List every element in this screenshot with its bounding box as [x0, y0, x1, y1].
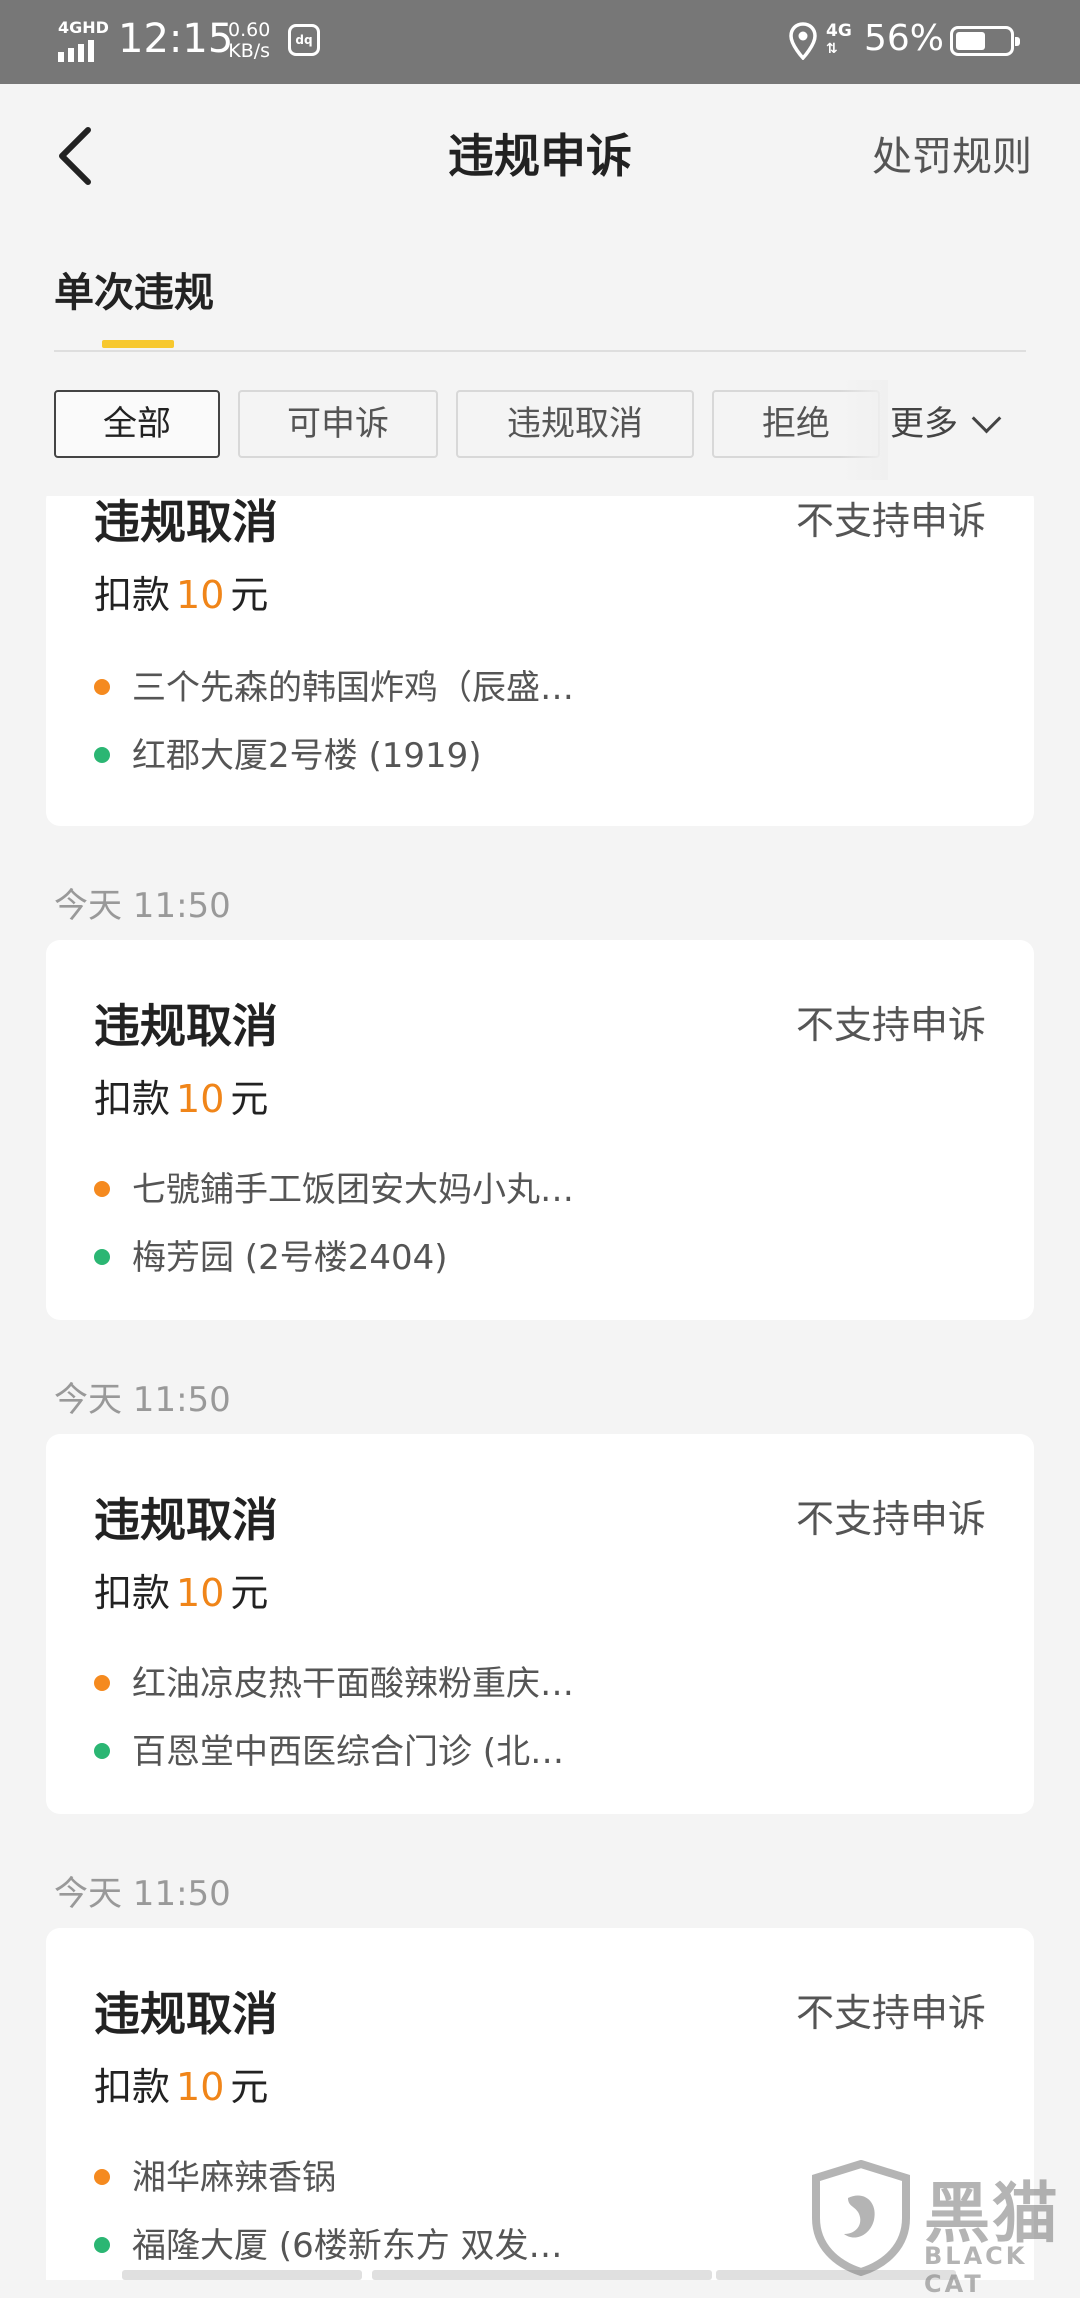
net-type-label: 4G [826, 21, 852, 41]
address-dot-icon [94, 1743, 110, 1759]
address-row: 梅芳园 (2号楼2404) [94, 1230, 448, 1279]
deduct-label: 扣款 [94, 573, 171, 617]
violation-list[interactable]: 违规取消 不支持申诉 扣款 10 元 三个先森的韩国炸鸡（辰盛… 红郡大厦2号楼 (… [0, 496, 1080, 2280]
shop-row: 湘华麻辣香锅 [94, 2150, 336, 2199]
filter-row: 全部 可申诉 违规取消 拒绝 更多 [0, 380, 1080, 480]
appeal-status: 不支持申诉 [795, 499, 986, 543]
network-speed: 0.60 KB/s [228, 20, 270, 62]
speed-value: 0.60 [228, 19, 271, 41]
bottom-button-peek [372, 2270, 712, 2280]
address-dot-icon [94, 2237, 110, 2253]
violation-status: 违规取消 [94, 999, 278, 1053]
more-label: 更多 [890, 404, 958, 444]
violation-status: 违规取消 [94, 496, 278, 549]
deduction: 扣款 10 元 [94, 2056, 268, 2111]
filter-chip-appealable[interactable]: 可申诉 [238, 390, 438, 458]
delivery-address: 红郡大厦2号楼 (1919) [132, 736, 482, 776]
battery-percent: 56% [864, 18, 945, 59]
address-row: 红郡大厦2号楼 (1919) [94, 728, 482, 777]
delivery-address: 梅芳园 (2号楼2404) [132, 1238, 448, 1278]
battery-fill [956, 32, 985, 50]
nav-header: 违规申诉 处罚规则 [0, 84, 1080, 224]
status-bar: 4GHD 12:15 0.60 KB/s dq 4G ⇅ 56% [0, 0, 1080, 84]
address-dot-icon [94, 1249, 110, 1265]
chip-fade [840, 380, 888, 480]
violation-card[interactable]: 违规取消 不支持申诉 扣款 10 元 红油凉皮热干面酸辣粉重庆… 百恩堂中西医综合门… [46, 1434, 1034, 1814]
deduct-label: 扣款 [94, 1077, 171, 1121]
deduct-label: 扣款 [94, 1571, 171, 1615]
violation-status: 违规取消 [94, 1493, 278, 1547]
violation-card[interactable]: 违规取消 不支持申诉 扣款 10 元 七號鋪手工饭团安大妈小丸… 梅芳园 (2号楼2… [46, 940, 1034, 1320]
shop-name: 七號鋪手工饭团安大妈小丸… [132, 1170, 574, 1210]
deduction: 扣款 10 元 [94, 1068, 268, 1123]
deduct-unit: 元 [230, 1571, 269, 1615]
shop-dot-icon [94, 1675, 110, 1691]
speed-unit: KB/s [228, 40, 271, 62]
delivery-address: 福隆大厦 (6楼新东方 双发… [132, 2226, 563, 2266]
delivery-address: 百恩堂中西医综合门诊 (北… [132, 1732, 565, 1772]
bottom-button-peek [122, 2270, 362, 2280]
shop-dot-icon [94, 2169, 110, 2185]
deduction: 扣款 10 元 [94, 1562, 268, 1617]
location-icon [789, 22, 817, 60]
shop-row: 七號鋪手工饭团安大妈小丸… [94, 1162, 574, 1211]
penalty-rules-link[interactable]: 处罚规则 [872, 124, 1032, 182]
shop-name: 三个先森的韩国炸鸡（辰盛… [132, 668, 574, 708]
record-date: 今天 11:50 [54, 1380, 231, 1420]
status-time: 12:15 [118, 16, 234, 62]
more-filter-button[interactable]: 更多 [890, 390, 1050, 458]
black-cat-watermark: 黑猫 BLACK CAT [808, 2160, 1080, 2298]
deduct-amount: 10 [176, 2065, 225, 2109]
tab-active-indicator [102, 340, 174, 348]
chevron-down-icon [971, 403, 1002, 434]
tab-bar: 单次违规 [54, 250, 1026, 354]
deduct-unit: 元 [230, 573, 269, 617]
tab-single-violation[interactable]: 单次违规 [54, 260, 214, 318]
appeal-status: 不支持申诉 [795, 1991, 986, 2035]
battery-icon [950, 26, 1020, 56]
app-notification-icon: dq [288, 24, 320, 56]
deduction: 扣款 10 元 [94, 564, 268, 619]
shop-name: 湘华麻辣香锅 [132, 2158, 336, 2198]
violation-status: 违规取消 [94, 1987, 278, 2041]
deduct-amount: 10 [176, 1077, 225, 1121]
deduct-unit: 元 [230, 1077, 269, 1121]
signal-icon: 4GHD [58, 18, 109, 62]
network-tag: 4GHD [58, 18, 109, 37]
record-date: 今天 11:50 [54, 1874, 231, 1914]
shop-name: 红油凉皮热干面酸辣粉重庆… [132, 1664, 574, 1704]
net-type-icon: 4G ⇅ [826, 21, 852, 57]
deduct-amount: 10 [176, 573, 225, 617]
filter-chip-all[interactable]: 全部 [54, 390, 220, 458]
address-row: 福隆大厦 (6楼新东方 双发… [94, 2218, 563, 2267]
shop-dot-icon [94, 679, 110, 695]
shop-row: 红油凉皮热干面酸辣粉重庆… [94, 1656, 574, 1705]
filter-chip-cancelled[interactable]: 违规取消 [456, 390, 694, 458]
appeal-status: 不支持申诉 [795, 1003, 986, 1047]
appeal-status: 不支持申诉 [795, 1497, 986, 1541]
address-dot-icon [94, 747, 110, 763]
address-row: 百恩堂中西医综合门诊 (北… [94, 1724, 564, 1773]
record-date: 今天 11:50 [54, 886, 231, 926]
watermark-subtext: BLACK CAT [924, 2242, 1028, 2298]
deduct-unit: 元 [230, 2065, 269, 2109]
tab-divider [54, 350, 1026, 352]
deduct-label: 扣款 [94, 2065, 171, 2109]
shop-row: 三个先森的韩国炸鸡（辰盛… [94, 660, 574, 709]
shop-dot-icon [94, 1181, 110, 1197]
shield-logo-icon [812, 2160, 910, 2276]
violation-card[interactable]: 违规取消 不支持申诉 扣款 10 元 三个先森的韩国炸鸡（辰盛… 红郡大厦2号楼 (… [46, 496, 1034, 826]
deduct-amount: 10 [176, 1571, 225, 1615]
